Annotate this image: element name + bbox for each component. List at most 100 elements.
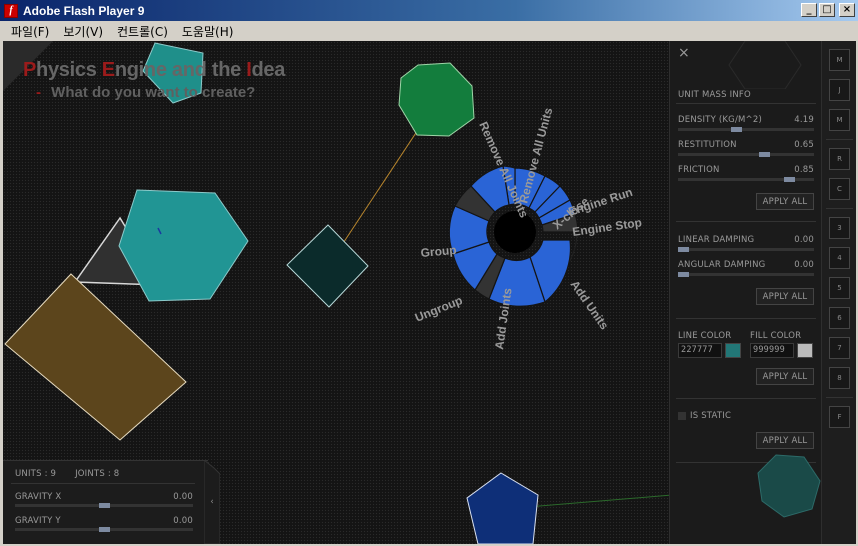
section-title: UNIT MASS INFO [678,90,751,100]
tool-octagon-button[interactable]: 8 [829,367,850,389]
restitution-label: RESTITUTION [678,140,737,150]
angular-damping-value: 0.00 [794,260,814,270]
divider [11,483,195,484]
world-info-panel: UNITS : 9 JOINTS : 8 GRAVITY X 0.00 GRAV… [3,460,208,544]
title-part: dea [251,59,286,81]
apply-all-static-button[interactable]: APPLY ALL [756,432,814,449]
tool-pentagon-button[interactable]: 5 [829,277,850,299]
angular-damping-label: ANGULAR DAMPING [678,260,766,270]
units-count: UNITS : 9 [15,469,57,479]
tool-move-button[interactable]: M [829,109,850,131]
radial-label-ungroup[interactable]: Ungroup [413,293,465,325]
tool-circle-button[interactable]: C [829,178,850,200]
line-color-input[interactable]: 227777 [678,343,722,358]
gravity-y-label: GRAVITY Y [15,516,61,526]
radial-menu-center[interactable] [494,211,536,253]
density-value: 4.19 [794,115,814,125]
slider-knob[interactable] [99,527,110,532]
slider-knob[interactable] [99,503,110,508]
title-part: ngine and the [114,59,247,81]
title-part: E [101,59,115,81]
flash-stage[interactable]: Remove All Joints Remove All Units X-clo… [3,41,856,544]
tool-freeform-button[interactable]: F [829,406,850,428]
subtitle-text: What do you want to create? [51,84,256,101]
minimize-button[interactable]: _ [801,3,817,17]
divider [826,139,853,140]
window-title: Adobe Flash Player 9 [23,3,145,18]
menu-file[interactable]: 파일(F) [4,23,56,40]
linear-damping-label: LINEAR DAMPING [678,235,755,245]
menu-help[interactable]: 도움말(H) [175,23,241,40]
linear-damping-slider[interactable] [678,247,814,252]
headline: P hysics E ngine and the I dea - What do… [23,59,285,101]
line-color-label: LINE COLOR [678,331,732,341]
friction-value: 0.85 [794,165,814,175]
radial-label-group[interactable]: Group [420,243,457,260]
tool-joint-button[interactable]: J [829,79,850,101]
tool-triangle-button[interactable]: 3 [829,217,850,239]
tool-square-button[interactable]: 4 [829,247,850,269]
slider-knob[interactable] [678,247,689,252]
gravity-x-value: 0.00 [173,492,193,502]
fill-color-swatch[interactable] [797,343,813,358]
density-label: DENSITY (KG/M^2) [678,115,762,125]
restitution-value: 0.65 [794,140,814,150]
window-controls: _ □ × [801,3,855,17]
tool-mass-button[interactable]: M [829,49,850,71]
unit-properties-panel: × UNIT MASS INFO DENSITY (KG/M^2) 4.19 R… [669,41,821,544]
menu-bar: 파일(F) 보기(V) 컨트롤(C) 도움말(H) [0,21,858,41]
divider [676,103,816,104]
divider [826,397,853,398]
heptagon-unit[interactable] [398,62,475,137]
gravity-x-label: GRAVITY X [15,492,62,502]
radial-label-engine-run[interactable]: Engine Run [567,185,635,219]
gravity-y-slider[interactable] [15,527,193,532]
line-color-swatch[interactable] [725,343,741,358]
divider [676,221,816,222]
is-static-checkbox[interactable] [678,412,686,420]
world-counts: UNITS : 9 JOINTS : 8 [15,469,135,479]
divider [826,208,853,209]
apply-all-color-button[interactable]: APPLY ALL [756,368,814,385]
tool-hexagon-button[interactable]: 6 [829,307,850,329]
tool-heptagon-button[interactable]: 7 [829,337,850,359]
headline-subtitle: - What do you want to create? [36,84,285,101]
gravity-y-value: 0.00 [173,516,193,526]
tool-rectangle-button[interactable]: R [829,148,850,170]
restitution-slider[interactable] [678,152,814,157]
is-static-label: IS STATIC [690,411,732,421]
density-slider[interactable] [678,127,814,132]
close-icon[interactable]: × [678,45,690,61]
panel-decoration [728,41,802,89]
slider-knob[interactable] [678,272,689,277]
menu-control[interactable]: 컨트롤(C) [110,23,175,40]
square-unit[interactable] [286,224,369,308]
radial-label-add-units[interactable]: Add Units [568,278,612,333]
window-titlebar[interactable]: f Adobe Flash Player 9 _ □ × [0,0,858,21]
divider [676,398,816,399]
subtitle-dash: - [36,84,41,101]
apply-all-mass-button[interactable]: APPLY ALL [756,193,814,210]
angular-damping-slider[interactable] [678,272,814,277]
headline-title: P hysics E ngine and the I dea [23,59,285,82]
pentagon-unit-blue[interactable] [466,472,539,544]
apply-all-damping-button[interactable]: APPLY ALL [756,288,814,305]
gravity-x-slider[interactable] [15,503,193,508]
slider-knob[interactable] [731,127,742,132]
radial-label-engine-stop[interactable]: Engine Stop [571,215,642,239]
fill-color-input[interactable]: 999999 [750,343,794,358]
title-part: P [23,59,37,81]
flash-icon: f [4,3,18,18]
friction-label: FRICTION [678,165,720,175]
friction-slider[interactable] [678,177,814,182]
maximize-button[interactable]: □ [819,3,835,17]
divider [676,318,816,319]
slider-knob[interactable] [759,152,770,157]
radial-menu[interactable]: Remove All Joints Remove All Units X-clo… [413,106,643,350]
collapse-icon[interactable]: ‹ [204,460,220,544]
close-button[interactable]: × [839,3,855,17]
menu-view[interactable]: 보기(V) [56,23,110,40]
slider-knob[interactable] [784,177,795,182]
selected-unit-preview [757,454,821,518]
joints-count: JOINTS : 8 [75,469,120,479]
